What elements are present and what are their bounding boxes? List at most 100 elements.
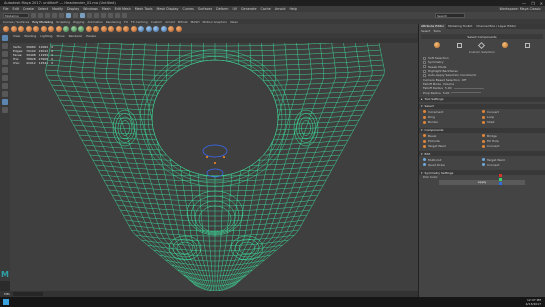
blue-swatch[interactable]	[499, 181, 502, 185]
render-settings-icon[interactable]	[122, 13, 127, 18]
single-layout-icon[interactable]	[2, 91, 8, 97]
menu-deform[interactable]: Deform	[216, 7, 228, 11]
select-object-icon[interactable]	[73, 13, 78, 18]
menu-help[interactable]: Help	[289, 7, 297, 11]
save-scene-icon[interactable]	[45, 13, 50, 18]
green-swatch[interactable]	[499, 177, 502, 181]
system-tray-clock[interactable]: 12:37 PM 4/13/2017	[526, 298, 541, 306]
menu-mesh-display[interactable]: Mesh Display	[157, 7, 179, 11]
menu-create[interactable]: Create	[23, 7, 34, 11]
op-button[interactable]: Connect	[482, 163, 541, 167]
fill-hole-icon[interactable]	[123, 25, 129, 32]
menu-file[interactable]: File	[3, 7, 9, 11]
render-icon[interactable]	[108, 13, 113, 18]
mirror-icon[interactable]	[130, 25, 137, 32]
menu-set-dropdown[interactable]: Modeling	[3, 13, 29, 18]
pick-color-row[interactable]: Pick Color	[419, 174, 545, 185]
op-button[interactable]: Target Weld	[423, 144, 482, 148]
vertex-mode-icon[interactable]	[457, 42, 463, 48]
shelf-tab-fx-caching[interactable]: FX Caching	[131, 20, 148, 24]
menu-edit-mesh[interactable]: Edit Mesh	[115, 7, 131, 11]
op-button[interactable]: Fill Hole	[482, 139, 541, 143]
planar-map-icon[interactable]	[168, 25, 174, 32]
shelf-tab-curves[interactable]: Curves / Surfaces	[3, 20, 29, 24]
value-row[interactable]: Prop Radius 5.00	[419, 90, 545, 95]
checkbox[interactable]	[423, 73, 426, 77]
op-button[interactable]: Quad Draw	[423, 163, 482, 167]
shelf-tab-mash[interactable]: MASH	[191, 20, 200, 24]
outliner-layout-icon[interactable]	[2, 107, 8, 113]
op-button[interactable]: Bridge	[482, 134, 541, 138]
shelf-tab-motion[interactable]: Motion Graphics	[202, 20, 226, 24]
workspace-selector[interactable]: Workspace: Maya Classic	[500, 7, 541, 11]
menu-mesh-tools[interactable]: Mesh Tools	[135, 7, 153, 11]
maximize-button[interactable]: ❐	[531, 1, 535, 6]
panel-menu-tools[interactable]: Tools	[433, 29, 440, 33]
face-mode-icon[interactable]	[501, 42, 508, 48]
shelf-tab-animation[interactable]: Animation	[87, 20, 102, 24]
four-view-layout-icon[interactable]	[2, 99, 8, 105]
uv-editor-icon[interactable]	[160, 25, 167, 32]
select-hierarchy-icon[interactable]	[66, 13, 71, 18]
value-field[interactable]: 5.00	[443, 91, 450, 95]
mel-label[interactable]: MEL	[4, 292, 10, 296]
separate-icon[interactable]	[70, 25, 77, 32]
shelf-tab-fx[interactable]: FX	[124, 20, 128, 24]
bevel-icon[interactable]	[108, 25, 114, 32]
auto-map-icon[interactable]	[175, 25, 182, 32]
shelf-tab-xgen[interactable]: XGen	[230, 20, 238, 24]
new-scene-icon[interactable]	[31, 13, 36, 18]
apply-button[interactable]: Apply	[439, 180, 525, 186]
menu-generate[interactable]: Generate	[241, 7, 256, 11]
shelf-tab-sculpting[interactable]: Sculpting	[56, 20, 70, 24]
viewport-panel[interactable]: View Shading Lighting Show Renderer Pane…	[10, 33, 418, 291]
checkbox[interactable]	[423, 60, 426, 64]
vp-menu-shading[interactable]: Shading	[24, 34, 36, 38]
target-weld-icon[interactable]	[145, 25, 152, 32]
boolean-icon[interactable]	[85, 25, 92, 32]
shelf-tab-rigging[interactable]: Rigging	[73, 20, 84, 24]
poly-disc-icon[interactable]	[48, 25, 54, 32]
op-button[interactable]: Increment	[423, 110, 482, 114]
menu-arnold[interactable]: Arnold	[275, 7, 286, 11]
select-component-icon[interactable]	[80, 13, 85, 18]
menu-curves[interactable]: Curves	[182, 7, 193, 11]
op-button[interactable]: Shell	[482, 120, 541, 124]
snap-grid-icon[interactable]	[87, 13, 92, 18]
search-input[interactable]: Search	[435, 13, 465, 18]
close-button[interactable]: ✕	[540, 1, 543, 6]
bridge-icon[interactable]	[100, 25, 107, 32]
windows-start-icon[interactable]	[3, 299, 9, 305]
panel-menu-select[interactable]: Select	[421, 29, 430, 33]
undo-icon[interactable]	[52, 13, 57, 18]
shelf-tab-poly[interactable]: Poly Modeling	[32, 20, 53, 24]
op-button[interactable]: Border	[423, 120, 482, 124]
edge-mode-icon[interactable]	[478, 41, 486, 49]
extrude-icon[interactable]	[93, 25, 99, 32]
viewport-toolbar[interactable]	[10, 38, 418, 43]
checkbox[interactable]	[423, 56, 426, 60]
menu-cache[interactable]: Cache	[261, 7, 271, 11]
redo-icon[interactable]	[59, 13, 64, 18]
command-input[interactable]	[13, 292, 44, 296]
menu-surfaces[interactable]: Surfaces	[198, 7, 212, 11]
ipr-render-icon[interactable]	[115, 13, 120, 18]
op-button[interactable]: Target Weld	[482, 157, 541, 162]
op-button[interactable]: Extrude	[423, 139, 482, 143]
menu-uv[interactable]: UV	[232, 7, 237, 11]
poly-cylinder-icon[interactable]	[18, 25, 24, 32]
vp-menu-view[interactable]: View	[13, 34, 20, 38]
menu-mesh[interactable]: Mesh	[102, 7, 111, 11]
paint-select-icon[interactable]	[2, 51, 8, 57]
move-tool-icon[interactable]	[2, 59, 8, 65]
platonic-solid-icon[interactable]	[55, 25, 62, 32]
open-scene-icon[interactable]	[38, 13, 43, 18]
rotate-tool-icon[interactable]	[2, 67, 8, 73]
poly-cone-icon[interactable]	[25, 25, 32, 32]
poly-sphere-icon[interactable]	[3, 25, 9, 32]
object-mode-icon[interactable]	[433, 42, 440, 48]
tab-modeling-toolkit[interactable]: Modeling Toolkit	[446, 24, 474, 29]
snap-point-icon[interactable]	[101, 13, 106, 18]
op-button[interactable]: Bevel	[423, 134, 482, 138]
checkbox[interactable]	[423, 69, 426, 73]
